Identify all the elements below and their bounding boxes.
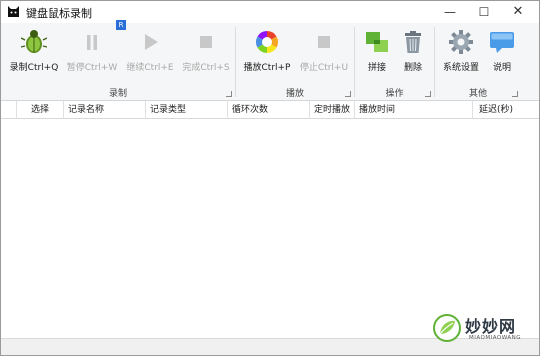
- delete-button-label: 删除: [403, 63, 422, 73]
- gear-icon: [449, 30, 473, 54]
- minimize-button[interactable]: —: [433, 1, 467, 23]
- column-header-loop-count[interactable]: 循环次数: [228, 101, 310, 119]
- pause-icon: [87, 35, 97, 50]
- table-header: 选择 记录名称 记录类型 循环次数 定时播放 播放时间 延迟(秒): [1, 101, 539, 119]
- ribbon-group-play: 播放Ctrl+P 停止Ctrl+U 播放: [236, 23, 354, 101]
- trash-icon: [405, 31, 421, 53]
- watermark-text: 妙妙网: [465, 317, 517, 336]
- merge-button[interactable]: 拼接: [359, 27, 395, 79]
- close-button[interactable]: ✕: [501, 1, 535, 23]
- resume-button[interactable]: 继续Ctrl+E: [121, 27, 179, 79]
- ribbon-group-label: 录制: [108, 89, 127, 99]
- leaf-logo-icon: [433, 314, 461, 342]
- finish-button[interactable]: 完成Ctrl+S: [178, 27, 234, 79]
- column-header-record-name[interactable]: 记录名称: [64, 101, 146, 119]
- finish-button-label: 完成Ctrl+S: [182, 63, 230, 73]
- ribbon-group-record: 录制Ctrl+Q 暂停Ctrl+W 继续Ctrl+E 完成Ctrl+S 录制: [1, 23, 235, 101]
- title-bar: 键盘鼠标录制 — ☐ ✕: [1, 1, 539, 23]
- column-header-play-time[interactable]: 播放时间: [355, 101, 473, 119]
- color-wheel-icon: [256, 31, 278, 53]
- ribbon-group-other: 系统设置 说明 其他: [435, 23, 521, 101]
- ribbon-group-operate: 拼接 删除 操作: [355, 23, 434, 101]
- records-table-body[interactable]: [1, 120, 539, 338]
- group-launcher-icon[interactable]: [512, 91, 518, 97]
- help-chat-icon: [490, 32, 514, 53]
- column-header-record-type[interactable]: 记录类型: [146, 101, 228, 119]
- version-badge: R: [116, 20, 126, 30]
- help-button[interactable]: 说明: [485, 27, 519, 79]
- cat-app-icon: [8, 6, 19, 17]
- column-header-timed-play[interactable]: 定时播放: [310, 101, 355, 119]
- play-icon: [145, 34, 158, 50]
- pause-button[interactable]: 暂停Ctrl+W: [63, 27, 121, 79]
- pause-button-label: 暂停Ctrl+W: [66, 63, 118, 73]
- group-launcher-icon[interactable]: [226, 91, 232, 97]
- bug-icon: [21, 30, 47, 53]
- settings-button[interactable]: 系统设置: [437, 27, 485, 79]
- column-header-select[interactable]: 选择: [17, 101, 64, 119]
- stop-icon: [318, 36, 330, 48]
- maximize-button[interactable]: ☐: [467, 1, 501, 23]
- help-button-label: 说明: [492, 63, 511, 73]
- header-corner: [1, 101, 17, 119]
- merge-button-label: 拼接: [367, 63, 386, 73]
- play-button-label: 播放Ctrl+P: [243, 63, 291, 73]
- stop-play-button[interactable]: 停止Ctrl+U: [296, 27, 352, 79]
- settings-button-label: 系统设置: [442, 63, 479, 73]
- record-button[interactable]: 录制Ctrl+Q: [5, 27, 63, 79]
- ribbon-group-label: 其他: [468, 89, 487, 99]
- resume-button-label: 继续Ctrl+E: [126, 63, 174, 73]
- app-window: 键盘鼠标录制 — ☐ ✕ 录制Ctrl+Q 暂停Ctrl+W 继续Ctrl+E …: [0, 0, 540, 356]
- stop-play-button-label: 停止Ctrl+U: [299, 63, 349, 73]
- column-header-delay[interactable]: 延迟(秒): [473, 101, 539, 119]
- stop-icon: [200, 36, 212, 48]
- ribbon-toolbar: 录制Ctrl+Q 暂停Ctrl+W 继续Ctrl+E 完成Ctrl+S 录制 播…: [1, 23, 539, 101]
- merge-icon: [366, 32, 388, 52]
- play-button[interactable]: 播放Ctrl+P: [238, 27, 296, 79]
- watermark-subtext: MIAOMIAOWANG: [469, 335, 522, 341]
- watermark: 妙妙网 MIAOMIAOWANG: [429, 308, 539, 354]
- ribbon-group-label: 操作: [385, 89, 404, 99]
- window-title: 键盘鼠标录制: [26, 7, 92, 20]
- ribbon-group-label: 播放: [285, 89, 304, 99]
- delete-button[interactable]: 删除: [395, 27, 431, 79]
- group-launcher-icon[interactable]: [345, 91, 351, 97]
- record-button-label: 录制Ctrl+Q: [9, 63, 59, 73]
- group-launcher-icon[interactable]: [425, 91, 431, 97]
